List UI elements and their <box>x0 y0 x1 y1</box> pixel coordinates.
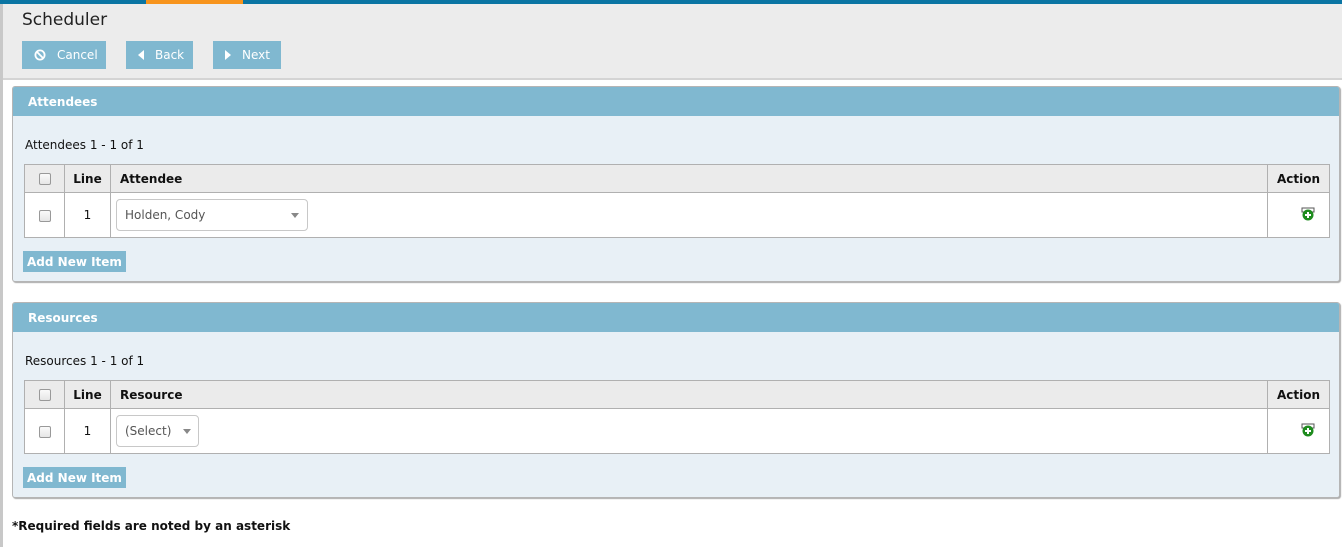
page-header: Scheduler Cancel Back Next <box>3 4 1342 80</box>
table-row: 1 (Select) <box>24 408 1331 454</box>
resources-panel: Resources Resources 1 - 1 of 1 Line Reso… <box>12 302 1340 498</box>
select-all-header <box>24 380 65 409</box>
action-cell <box>1266 408 1331 454</box>
page-title: Scheduler <box>22 10 108 30</box>
required-fields-note: *Required fields are noted by an asteris… <box>12 519 291 533</box>
next-button-label: Next <box>242 48 270 62</box>
row-check-cell <box>24 192 65 238</box>
resources-panel-title: Resources <box>13 303 1339 332</box>
row-line-number: 1 <box>64 192 111 238</box>
row-line-number: 1 <box>64 408 111 454</box>
attendee-select-value: Holden, Cody <box>125 208 206 222</box>
column-header-line: Line <box>64 164 111 193</box>
resource-cell: (Select) <box>110 408 1268 454</box>
resources-count: Resources 1 - 1 of 1 <box>25 354 145 368</box>
attendees-count: Attendees 1 - 1 of 1 <box>25 138 144 152</box>
table-header-row: Line Attendee Action <box>24 164 1331 193</box>
select-all-header <box>24 164 65 193</box>
add-row-icon[interactable] <box>1301 207 1315 224</box>
row-checkbox[interactable] <box>38 209 51 222</box>
caret-left-icon <box>138 50 144 60</box>
chevron-down-icon <box>183 428 192 434</box>
action-cell <box>1266 192 1331 238</box>
cancel-button[interactable]: Cancel <box>22 41 106 69</box>
add-row-icon[interactable] <box>1301 423 1315 440</box>
table-header-row: Line Resource Action <box>24 380 1331 409</box>
row-checkbox[interactable] <box>38 425 51 438</box>
row-check-cell <box>24 408 65 454</box>
add-attendee-button[interactable]: Add New Item <box>23 251 126 272</box>
next-button[interactable]: Next <box>213 41 281 69</box>
resource-select-value: (Select) <box>125 424 172 438</box>
attendees-table: Line Attendee Action 1 Holden, Cody <box>24 164 1331 238</box>
column-header-action: Action <box>1266 164 1331 193</box>
select-all-checkbox[interactable] <box>38 389 51 401</box>
chevron-down-icon <box>291 212 299 218</box>
attendees-panel: Attendees Attendees 1 - 1 of 1 Line Atte… <box>12 86 1340 282</box>
cancel-icon <box>34 49 46 61</box>
column-header-line: Line <box>64 380 111 409</box>
back-button-label: Back <box>155 48 185 62</box>
cancel-button-label: Cancel <box>57 48 98 62</box>
attendees-panel-title: Attendees <box>13 87 1339 116</box>
add-resource-button[interactable]: Add New Item <box>23 467 126 488</box>
left-edge-divider <box>0 4 3 547</box>
attendee-cell: Holden, Cody <box>110 192 1268 238</box>
resources-table: Line Resource Action 1 (Select) <box>24 380 1331 454</box>
attendee-select[interactable]: Holden, Cody <box>116 199 308 231</box>
select-all-checkbox[interactable] <box>38 173 51 185</box>
table-row: 1 Holden, Cody <box>24 192 1331 238</box>
resource-select[interactable]: (Select) <box>116 415 199 447</box>
column-header-attendee: Attendee <box>110 164 1268 193</box>
back-button[interactable]: Back <box>126 41 193 69</box>
column-header-action: Action <box>1266 380 1331 409</box>
caret-right-icon <box>225 50 231 60</box>
column-header-resource: Resource <box>110 380 1268 409</box>
